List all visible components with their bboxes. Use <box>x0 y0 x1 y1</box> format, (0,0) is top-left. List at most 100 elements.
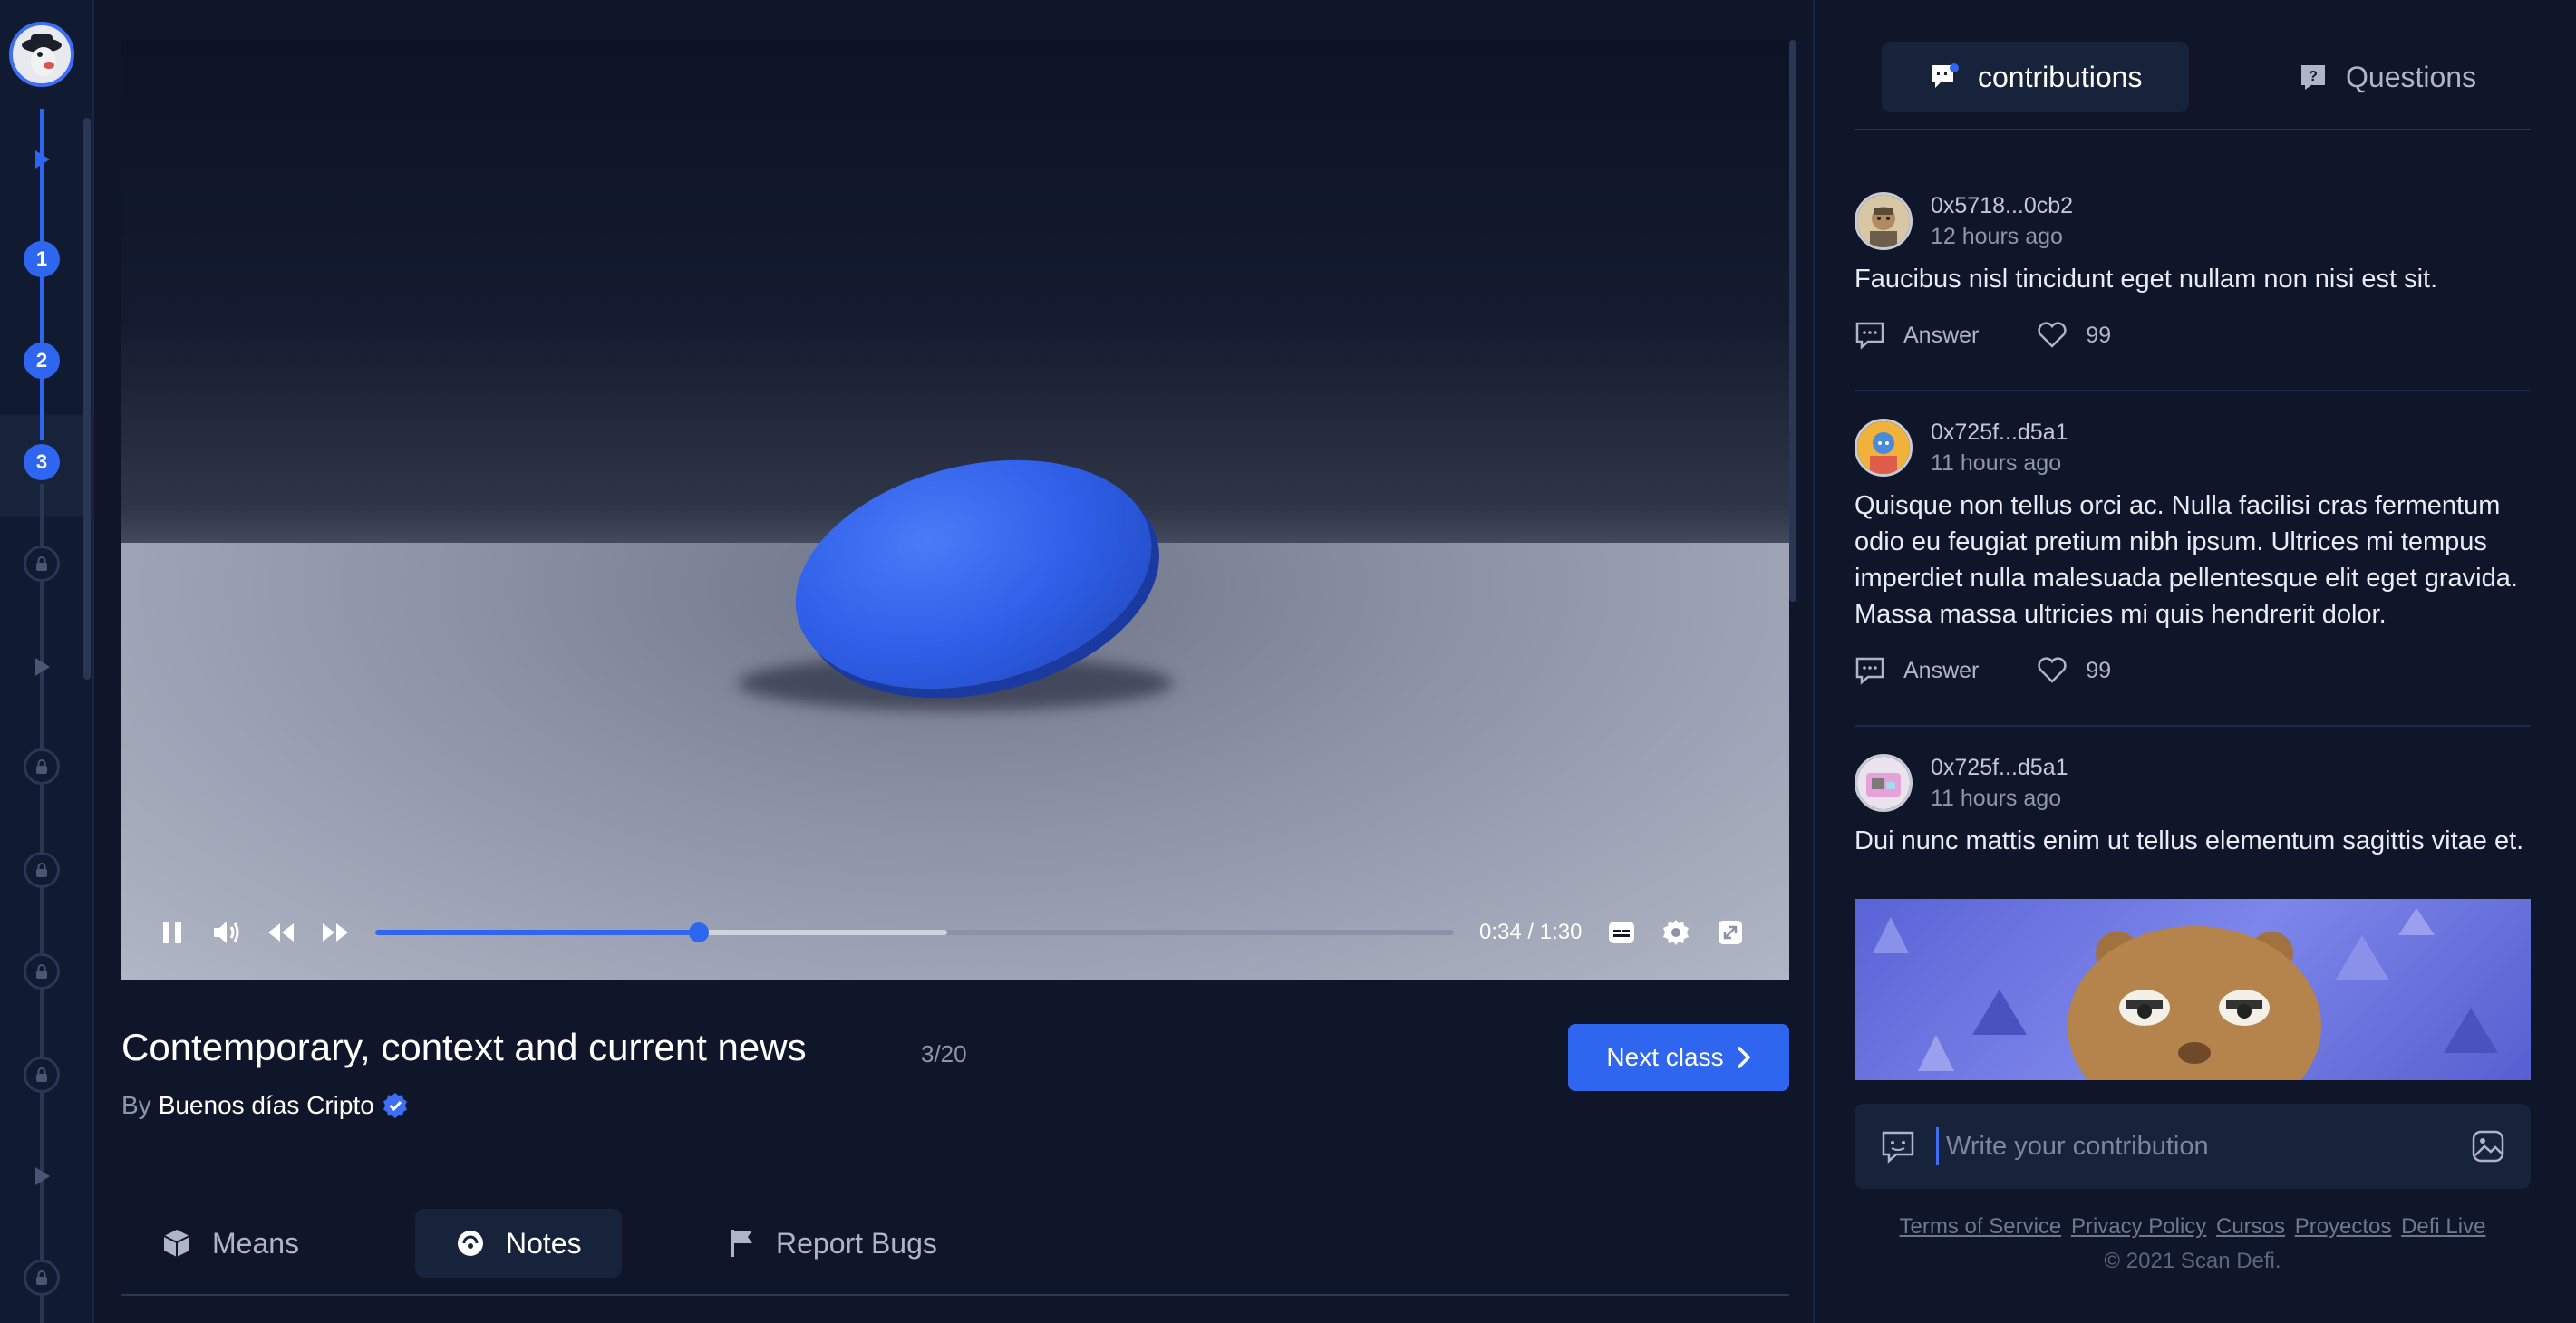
contribution-input[interactable] <box>1936 1127 2451 1165</box>
lesson-counter: 3/20 <box>921 1040 967 1067</box>
post-text: Dui nunc mattis enim ut tellus elementum… <box>1855 826 2524 855</box>
post-divider <box>1855 725 2531 727</box>
next-class-label: Next class <box>1606 1043 1724 1071</box>
like-count: 99 <box>2086 657 2112 683</box>
lesson-node-3[interactable]: 3 <box>24 444 60 480</box>
svg-text:?: ? <box>2309 69 2318 84</box>
lock-icon <box>24 852 60 888</box>
footer-link-terms[interactable]: Terms of Service <box>1900 1214 2062 1239</box>
volume-icon[interactable] <box>212 918 241 947</box>
contribution-post: 0x725f...d5a1 11 hours ago Quisque non t… <box>1855 417 2531 685</box>
cube-icon <box>163 1230 190 1257</box>
comment-icon <box>1855 657 1884 685</box>
lock-icon <box>24 953 60 990</box>
rewind-icon[interactable] <box>266 918 295 947</box>
module-play-icon <box>24 649 60 685</box>
heart-icon <box>2038 322 2068 348</box>
like-count: 99 <box>2086 322 2112 348</box>
pause-icon[interactable] <box>158 918 187 947</box>
footer-link-privacy[interactable]: Privacy Policy <box>2071 1214 2206 1239</box>
post-actions: Answer 99 <box>1855 656 2531 685</box>
post-username[interactable]: 0x5718...0cb2 <box>1931 190 2073 221</box>
post-username[interactable]: 0x725f...d5a1 <box>1931 752 2068 783</box>
lesson-node-2[interactable]: 2 <box>24 343 60 379</box>
tab-questions[interactable]: ? Questions <box>2252 42 2523 112</box>
captions-icon[interactable] <box>1607 918 1636 947</box>
heart-icon <box>2038 657 2068 683</box>
post-username[interactable]: 0x725f...d5a1 <box>1931 417 2068 448</box>
next-class-button[interactable]: Next class <box>1568 1024 1789 1091</box>
video-time: 0:34 / 1:30 <box>1479 920 1583 944</box>
post-timestamp: 11 hours ago <box>1931 450 2062 476</box>
lock-icon <box>24 748 60 785</box>
footer-link-proyectos[interactable]: Proyectos <box>2295 1214 2392 1239</box>
lesson-node-1[interactable]: 1 <box>24 241 60 277</box>
notes-icon <box>458 1231 483 1256</box>
post-attached-image[interactable] <box>1855 899 2531 1080</box>
fast-forward-icon[interactable] <box>321 918 350 947</box>
comment-icon <box>1855 322 1884 350</box>
post-header: 0x725f...d5a1 11 hours ago <box>1855 752 2531 814</box>
answer-button[interactable]: Answer <box>1855 321 1979 350</box>
video-progress-bar[interactable] <box>375 918 1454 947</box>
author-name[interactable]: Buenos días Cripto <box>159 1091 374 1120</box>
footer-links: Terms of Service Privacy Policy Cursos P… <box>1855 1214 2531 1240</box>
post-header: 0x725f...d5a1 11 hours ago <box>1855 417 2531 478</box>
tab-contributions[interactable]: contributions <box>1882 42 2190 112</box>
rail-scrollbar[interactable] <box>83 118 91 680</box>
lock-icon <box>24 1260 60 1296</box>
flag-icon <box>731 1230 752 1257</box>
tab-contributions-label: contributions <box>1978 60 2143 93</box>
question-icon: ? <box>2301 65 2325 90</box>
video-player[interactable]: 0:34 / 1:30 <box>121 40 1789 980</box>
lesson-byline: By Buenos días Cripto <box>121 1091 409 1120</box>
panel-divider <box>1813 0 1815 1323</box>
tab-report-bugs[interactable]: Report Bugs <box>689 1209 977 1278</box>
chevron-right-icon <box>1737 1047 1751 1068</box>
footer-link-defi-live[interactable]: Defi Live <box>2401 1214 2485 1239</box>
tab-notes[interactable]: Notes <box>415 1209 622 1278</box>
panel-tabs-underline <box>1855 129 2531 130</box>
progress-scrubber[interactable] <box>689 922 709 942</box>
video-controls: 0:34 / 1:30 <box>158 910 1753 955</box>
post-timestamp: 11 hours ago <box>1931 786 2062 811</box>
post-text: Quisque non tellus orci ac. Nulla facili… <box>1855 491 2518 629</box>
post-text: Faucibus nisl tincidunt eget nullam non … <box>1855 265 2438 294</box>
post-avatar[interactable] <box>1855 754 1913 812</box>
post-header: 0x5718...0cb2 12 hours ago <box>1855 190 2531 252</box>
like-button[interactable]: 99 <box>2037 322 2111 349</box>
module-play-icon[interactable] <box>24 141 60 178</box>
lock-icon <box>24 1057 60 1093</box>
fullscreen-icon[interactable] <box>1716 918 1745 947</box>
progress-played <box>375 930 699 935</box>
like-button[interactable]: 99 <box>2037 657 2111 684</box>
settings-gear-icon[interactable] <box>1661 918 1690 947</box>
main-scrollbar[interactable] <box>1789 40 1796 602</box>
answer-label: Answer <box>1903 657 1980 683</box>
post-timestamp: 12 hours ago <box>1931 224 2063 249</box>
lesson-title: Contemporary, context and current news <box>121 1026 807 1068</box>
contribution-post: 0x5718...0cb2 12 hours ago Faucibus nisl… <box>1855 190 2531 350</box>
contribution-chat-icon <box>1882 1131 1914 1164</box>
footer-link-cursos[interactable]: Cursos <box>2216 1214 2285 1239</box>
by-prefix: By <box>121 1091 151 1119</box>
tab-means-label: Means <box>212 1226 300 1260</box>
tab-notes-label: Notes <box>506 1226 582 1260</box>
course-progress-rail: 1 2 3 <box>0 0 94 1323</box>
post-actions: Answer 99 <box>1855 321 2531 350</box>
tab-means[interactable]: Means <box>121 1209 339 1278</box>
post-divider <box>1855 390 2531 391</box>
contribution-post: 0x725f...d5a1 11 hours ago Dui nunc matt… <box>1855 752 2531 859</box>
module-play-icon <box>24 1158 60 1194</box>
lock-icon <box>24 546 60 582</box>
copyright: © 2021 Scan Defi. <box>2104 1249 2281 1273</box>
compose-box <box>1855 1104 2531 1189</box>
post-avatar[interactable] <box>1855 419 1913 477</box>
answer-label: Answer <box>1903 322 1980 348</box>
tab-questions-label: Questions <box>2346 60 2477 93</box>
post-avatar[interactable] <box>1855 192 1913 250</box>
answer-button[interactable]: Answer <box>1855 656 1979 685</box>
verified-badge-icon <box>383 1093 407 1118</box>
user-avatar[interactable] <box>9 22 74 87</box>
attach-image-icon[interactable] <box>2471 1129 2505 1164</box>
